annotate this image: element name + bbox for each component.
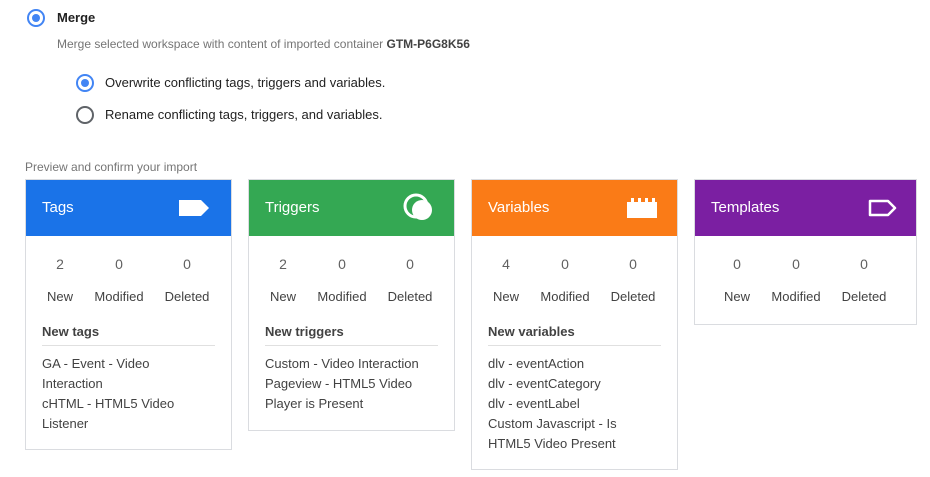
tags-card-title: Tags bbox=[42, 199, 74, 216]
triggers-card-header: Triggers bbox=[249, 180, 454, 236]
new-tags-heading: New tags bbox=[42, 324, 215, 346]
list-item: Pageview - HTML5 Video bbox=[265, 376, 413, 391]
tags-deleted-count: 0 bbox=[183, 256, 191, 272]
tags-deleted-label: Deleted bbox=[164, 289, 210, 304]
list-item: Custom - Video Interaction bbox=[265, 356, 419, 371]
triggers-new-count: 2 bbox=[279, 256, 287, 272]
variables-stats: 4 0 0 New Modified Deleted bbox=[472, 236, 677, 314]
variables-card-title: Variables bbox=[488, 199, 550, 216]
triggers-card: Triggers 2 0 0 New Modified Deleted New … bbox=[248, 179, 455, 431]
variables-new-count: 4 bbox=[502, 256, 510, 272]
templates-deleted-count: 0 bbox=[860, 256, 868, 272]
preview-label: Preview and confirm your import bbox=[25, 160, 198, 174]
tags-card: Tags 2 0 0 New Modified Deleted New tags… bbox=[25, 179, 232, 450]
tags-card-header: Tags bbox=[26, 180, 231, 236]
templates-modified-label: Modified bbox=[771, 289, 821, 304]
overwrite-option-label[interactable]: Overwrite conflicting tags, triggers and… bbox=[105, 75, 385, 90]
container-id: GTM-P6G8K56 bbox=[386, 37, 470, 51]
rename-radio[interactable] bbox=[76, 106, 94, 124]
templates-card-header: Templates bbox=[695, 180, 916, 236]
list-item: cHTML - HTML5 Video bbox=[42, 396, 175, 411]
templates-modified-count: 0 bbox=[792, 256, 800, 272]
merge-label: Merge bbox=[57, 10, 96, 25]
variable-icon bbox=[627, 198, 657, 218]
list-item: dlv - eventAction bbox=[488, 356, 585, 371]
list-item: Listener bbox=[42, 416, 89, 431]
rename-option-label[interactable]: Rename conflicting tags, triggers, and v… bbox=[105, 107, 382, 122]
variables-deleted-label: Deleted bbox=[610, 289, 656, 304]
template-icon bbox=[868, 199, 897, 217]
variables-deleted-count: 0 bbox=[629, 256, 637, 272]
list-item: HTML5 Video Present bbox=[488, 436, 616, 451]
variables-modified-label: Modified bbox=[540, 289, 590, 304]
tags-modified-count: 0 bbox=[115, 256, 123, 272]
list-item: dlv - eventLabel bbox=[488, 396, 580, 411]
variables-card: Variables 4 0 0 New Modified Deleted New… bbox=[471, 179, 678, 470]
tags-stats: 2 0 0 New Modified Deleted bbox=[26, 236, 231, 314]
templates-new-count: 0 bbox=[733, 256, 741, 272]
templates-card: Templates 0 0 0 New Modified Deleted bbox=[694, 179, 917, 325]
templates-card-title: Templates bbox=[711, 199, 780, 216]
templates-deleted-label: Deleted bbox=[841, 289, 887, 304]
list-item: Interaction bbox=[42, 376, 103, 391]
triggers-stats: 2 0 0 New Modified Deleted bbox=[249, 236, 454, 314]
list-item: dlv - eventCategory bbox=[488, 376, 601, 391]
list-item: Player is Present bbox=[265, 396, 364, 411]
tags-new-count: 2 bbox=[56, 256, 64, 272]
new-variables-heading: New variables bbox=[488, 324, 661, 346]
merge-radio[interactable] bbox=[27, 9, 45, 27]
templates-stats: 0 0 0 New Modified Deleted bbox=[695, 236, 916, 314]
new-triggers-heading: New triggers bbox=[265, 324, 438, 346]
triggers-deleted-count: 0 bbox=[406, 256, 414, 272]
list-item: Custom Javascript - Is bbox=[488, 416, 617, 431]
triggers-card-title: Triggers bbox=[265, 199, 320, 216]
trigger-icon bbox=[403, 193, 432, 220]
variables-modified-count: 0 bbox=[561, 256, 569, 272]
overwrite-radio[interactable] bbox=[76, 74, 94, 92]
variables-card-header: Variables bbox=[472, 180, 677, 236]
triggers-modified-count: 0 bbox=[338, 256, 346, 272]
merge-description: Merge selected workspace with content of… bbox=[57, 37, 470, 51]
triggers-deleted-label: Deleted bbox=[387, 289, 433, 304]
tags-modified-label: Modified bbox=[94, 289, 144, 304]
tag-icon bbox=[179, 200, 209, 216]
triggers-modified-label: Modified bbox=[317, 289, 367, 304]
list-item: GA - Event - Video bbox=[42, 356, 150, 371]
